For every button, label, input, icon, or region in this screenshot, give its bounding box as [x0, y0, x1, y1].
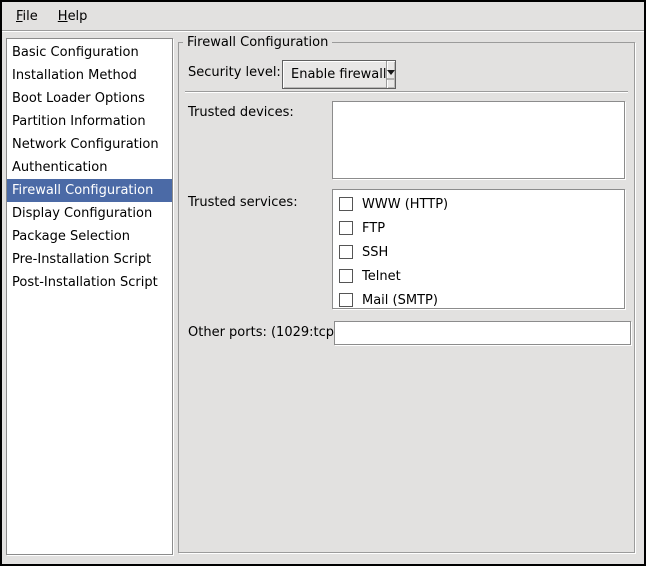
security-level-dropdown[interactable]: Enable firewall [282, 60, 396, 89]
service-label: Mail (SMTP) [362, 293, 438, 308]
trusted-devices-label: Trusted devices: [188, 105, 294, 120]
checkbox-ssh[interactable] [339, 245, 353, 259]
other-ports-label: Other ports: (1029:tcp) [188, 325, 339, 340]
service-row-mail-smtp[interactable]: Mail (SMTP) [333, 288, 624, 309]
checkbox-mail-smtp[interactable] [339, 293, 353, 307]
sidebar-item-firewall-configuration[interactable]: Firewall Configuration [7, 179, 172, 202]
menu-help[interactable]: Help [48, 5, 98, 28]
trusted-services-list: WWW (HTTP) FTP SSH Telnet Mail (SMTP) [332, 189, 625, 309]
sidebar-item-pre-installation-script[interactable]: Pre-Installation Script [7, 248, 172, 271]
service-label: WWW (HTTP) [362, 197, 448, 212]
checkbox-www-http[interactable] [339, 197, 353, 211]
service-row-ftp[interactable]: FTP [333, 216, 624, 240]
trusted-devices-list[interactable] [332, 101, 625, 179]
security-level-label: Security level: [188, 65, 281, 80]
sidebar-item-package-selection[interactable]: Package Selection [7, 225, 172, 248]
checkbox-telnet[interactable] [339, 269, 353, 283]
service-row-telnet[interactable]: Telnet [333, 264, 624, 288]
checkbox-ftp[interactable] [339, 221, 353, 235]
menu-help-mnemonic: H [58, 9, 68, 24]
service-label: Telnet [362, 269, 401, 284]
other-ports-input[interactable] [334, 321, 631, 345]
firewall-configuration-frame: Firewall Configuration Security level: E… [178, 42, 635, 553]
menu-file-rest: ile [23, 9, 38, 24]
service-label: SSH [362, 245, 388, 260]
sidebar-item-network-configuration[interactable]: Network Configuration [7, 133, 172, 156]
sidebar-section-list: Basic Configuration Installation Method … [6, 38, 173, 555]
service-row-ssh[interactable]: SSH [333, 240, 624, 264]
menu-help-rest: elp [68, 9, 88, 24]
menu-file[interactable]: File [6, 5, 48, 28]
sidebar-item-partition-information[interactable]: Partition Information [7, 110, 172, 133]
panel-separator [185, 91, 628, 93]
frame-title: Firewall Configuration [183, 34, 332, 51]
dropdown-arrow-section [386, 61, 395, 88]
security-level-value: Enable firewall [283, 61, 386, 88]
trusted-services-label: Trusted services: [188, 195, 298, 210]
service-label: FTP [362, 221, 385, 236]
service-row-www-http[interactable]: WWW (HTTP) [333, 192, 624, 216]
sidebar-item-boot-loader-options[interactable]: Boot Loader Options [7, 87, 172, 110]
sidebar-item-post-installation-script[interactable]: Post-Installation Script [7, 271, 172, 294]
sidebar-item-installation-method[interactable]: Installation Method [7, 64, 172, 87]
menubar-separator [2, 30, 644, 32]
chevron-down-icon [387, 70, 395, 75]
app-window: File Help Basic Configuration Installati… [0, 0, 646, 566]
sidebar-item-basic-configuration[interactable]: Basic Configuration [7, 41, 172, 64]
sidebar-item-authentication[interactable]: Authentication [7, 156, 172, 179]
dropdown-arrow-shadow [387, 78, 395, 80]
sidebar-item-display-configuration[interactable]: Display Configuration [7, 202, 172, 225]
menubar: File Help [2, 2, 644, 30]
